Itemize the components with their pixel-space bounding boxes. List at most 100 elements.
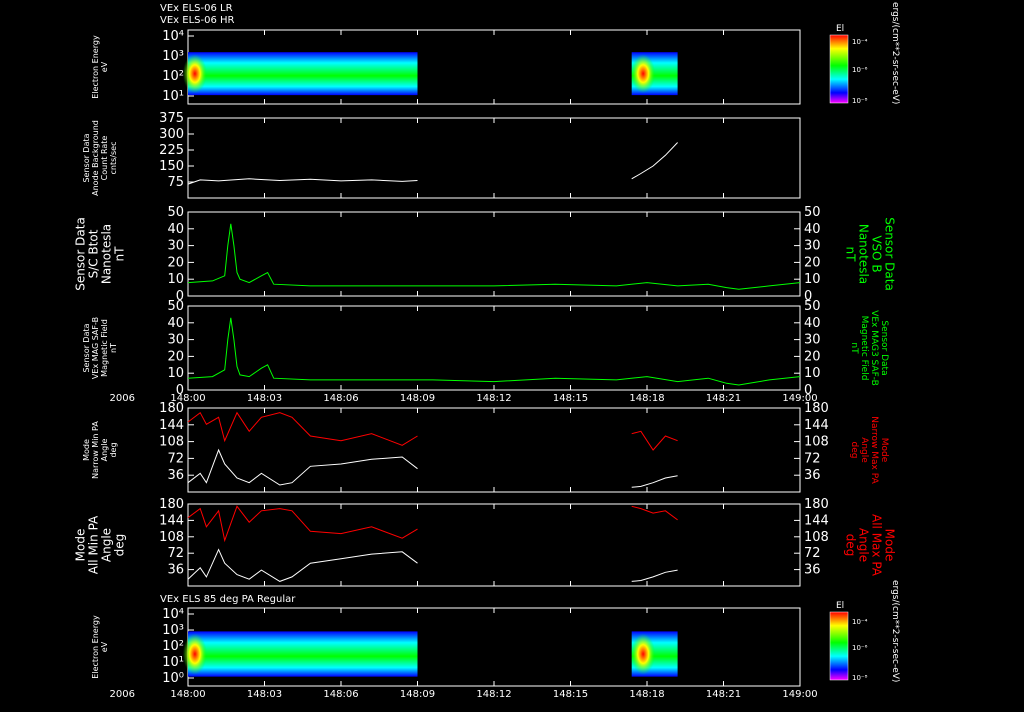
all-pa-ytick-label-4: 36 [167,563,184,578]
xtick-label-3-3: 148:09 [400,393,435,404]
all-pa-ylabel-left-line-1: Mode [74,529,88,562]
bmag-vso-ylabel-left-line-1: Sensor Data [74,217,88,291]
spectrogram-bottom-hotspot-0 [182,633,207,675]
all-pa-ytick-label-2: 108 [159,530,184,545]
bmag-vso-ylabel-right-line-3: Nanotesla [857,224,871,284]
spectrogram-top-ylabel-left: Electron Energy eV [91,35,109,99]
narrow-pa-ytick-label-4: 36 [167,468,184,483]
narrow-pa-ytick-label-3: 72 [167,451,184,466]
title-line-2: VEx ELS-06 HR [160,15,235,26]
spectrogram-top-ytick-label-2: 10² [162,69,184,84]
narrow-pa-series-2 [187,448,418,486]
count-rate-ylabel-left: Sensor Data Anode Background Count Rate cnt… [82,120,118,196]
xtick-label-3-0: 148:00 [170,393,205,404]
count-rate-ytick-label-3: 150 [159,159,184,174]
spectrogram-bottom-ylabel-left: Electron Energy eV [91,615,109,679]
xtick-label-3-5: 148:15 [553,393,588,404]
narrow-pa-series-0 [187,411,418,446]
narrow-pa-ylabel-right-line-1: Mode [879,438,889,463]
narrow-pa-ylabel-right-line-4: deg [849,442,859,459]
bmag-vso-ytick-label-right-2: 30 [804,239,821,254]
spectrogram-bottom-ytick-label-2: 10² [162,639,184,654]
narrow-pa-ytick-label-right-4: 36 [804,468,821,483]
narrow-pa-ylabel-left-line-1: Mode [82,439,91,461]
spectrogram-top-hotspot-0 [182,54,207,94]
all-pa-ylabel-right-line-4: deg [844,534,858,557]
colorbar-top-tick-2: 10⁻⁶ [852,66,868,74]
narrow-pa-ytick-label-2: 108 [159,435,184,450]
spectrogram-top-ytick-label-3: 10¹ [162,89,184,104]
bmag-vso-ylabel-left-line-3: Nanotesla [100,224,114,284]
count-rate-ylabel-left-line-2: Anode Background [91,120,100,196]
count-rate-ytick-label-2: 225 [159,143,184,158]
xtick-label-6-0: 148:00 [170,689,205,700]
spectrogram-bottom-ytick-label-4: 10⁰ [162,671,184,686]
colorbar-top: El 10⁻⁴ 10⁻⁶ 10⁻⁸ ergs/(cm**2-sr-sec-eV) [829,2,900,105]
spectrogram-bottom-ylabel-left-line-1: Electron Energy [91,615,100,679]
mag-saf-ylabel-left: Sensor Data VEx MAG SAF-B Magnetic Field nT [82,317,118,379]
mag-saf-ylabel-left-line-3: Magnetic Field [100,319,109,377]
all-pa-ytick-label-0: 180 [159,497,184,512]
colorbar-top-gradient [829,34,849,104]
xtick-label-3-8: 149:00 [782,393,817,404]
xtick-label-6-8: 149:00 [782,689,817,700]
colorbar-bottom-gradient [829,611,849,681]
count-rate-ylabel-left-line-3: Count Rate [100,136,109,181]
xtick-label-3-7: 148:21 [706,393,741,404]
mag-saf-ylabel-right-line-3: Magnetic Field [859,316,869,381]
bmag-vso-ytick-label-3: 20 [167,255,184,270]
narrow-pa-ytick-label-right-2: 108 [804,435,829,450]
narrow-pa-ylabel-right-line-2: Narrow Max PA [869,416,879,484]
all-pa-series-3 [631,569,678,582]
mag-saf-ylabel-left-line-4: nT [109,343,118,353]
mag-saf-ylabel-right-line-1: Sensor Data [879,320,889,375]
xtick-label-6-3: 148:09 [400,689,435,700]
all-pa-series-2 [187,548,418,582]
mag-saf-ytick-label-right-4: 10 [804,366,821,381]
all-pa-ylabel-left-line-2: All Min PA [87,515,101,574]
spectrogram-bottom-hotspot-1 [631,633,656,675]
mag-saf-ytick-label-2: 30 [167,333,184,348]
spectrogram-bottom-band-0 [188,631,418,677]
spectrogram-top-ytick-label-1: 10³ [162,49,184,64]
mag-saf-ytick-label-right-1: 40 [804,316,821,331]
spectrogram-top-hotspot-1 [631,54,656,94]
colorbar-bottom-units: ergs/(cm**2-sr-sec-eV) [890,580,900,682]
mag-saf-ylabel-right-line-4: nT [849,342,859,354]
narrow-pa-frame [187,407,801,493]
count-rate-ytick-label-1: 300 [159,127,184,142]
all-pa-ytick-label-right-1: 144 [804,513,829,528]
title-line-1: VEx ELS-06 LR [160,3,233,14]
mag-saf-ylabel-left-line-1: Sensor Data [82,323,91,372]
all-pa-ylabel-right-line-3: Angle [857,528,871,562]
bmag-vso-ylabel-right: Sensor DataVSO BNanoteslanT [844,217,897,291]
bottom-panel-title: VEx ELS 85 deg PA Regular [160,594,296,605]
count-rate-ytick-label-4: 75 [167,175,184,190]
all-pa-ytick-label-right-2: 108 [804,530,829,545]
year-label-6: 2006 [110,689,135,700]
xtick-label-6-7: 148:21 [706,689,741,700]
all-pa-ytick-label-right-4: 36 [804,563,821,578]
xtick-label-3-1: 148:03 [247,393,282,404]
mag-saf-ylabel-right: Sensor DataVEx MAG3 SAF-BMagnetic Fieldn… [849,310,889,386]
narrow-pa-ylabel-right: ModeNarrow Max PAAngledeg [849,416,889,484]
spectrogram-top-ylabel-left-line-1: Electron Energy [91,35,100,99]
spectrogram-bottom-ylabel-left-line-2: eV [100,641,109,652]
bmag-vso-ytick-label-0: 50 [167,205,184,220]
mag-saf-ytick-label-1: 40 [167,316,184,331]
year-label-3: 2006 [110,393,135,404]
narrow-pa-series-3 [631,475,678,488]
xtick-label-6-4: 148:12 [476,689,511,700]
count-rate-ytick-label-0: 375 [159,111,184,126]
xtick-label-3-4: 148:12 [476,393,511,404]
bmag-vso-ytick-label-1: 40 [167,222,184,237]
bmag-vso-ylabel-left: Sensor Data S/C Btot Nanotesla nT [74,217,127,291]
mag-saf-ytick-label-0: 50 [167,299,184,314]
mag-saf-series-0 [187,317,801,386]
mag-saf-ytick-label-3: 20 [167,349,184,364]
count-rate-series-1 [631,142,678,180]
mag-saf-frame [187,305,801,391]
mag-saf-ytick-label-right-2: 30 [804,333,821,348]
narrow-pa-ylabel-left-line-2: Narrow Min PA [91,421,100,479]
narrow-pa-ylabel-left-line-3: Angle [100,439,109,462]
